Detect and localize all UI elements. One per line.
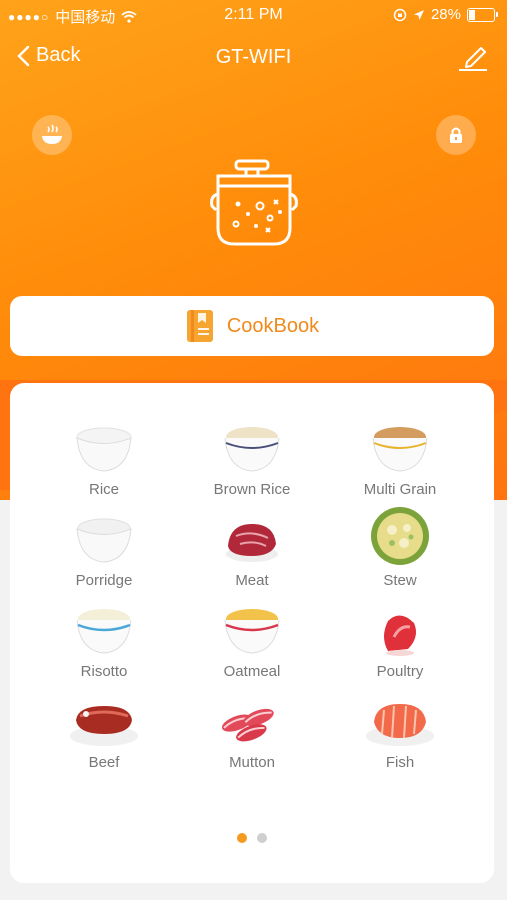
cooking-mode-button[interactable] [32,115,72,155]
menu-item-meat[interactable]: Meat [178,510,326,591]
beef-steak-icon [70,706,138,746]
fish-fillet-icon [366,704,434,746]
lock-button[interactable] [436,115,476,155]
status-bar: ●●●●○ 中国移动 2:11 PM 28% [0,0,507,30]
menu-item-label: Oatmeal [223,663,281,680]
page-indicator[interactable] [10,833,494,843]
menu-item-label: Mutton [229,754,275,771]
menu-item-fish[interactable]: Fish [326,692,474,773]
menu-item-beef[interactable]: Beef [30,692,178,773]
menu-item-label: Fish [385,754,415,771]
page-dot-active[interactable] [237,833,247,843]
cookbook-icon [186,310,213,342]
menu-item-label: Brown Rice [213,481,291,498]
cookbook-label: CookBook [226,314,320,337]
menu-item-porridge[interactable]: Porridge [30,510,178,591]
risotto-bowl-icon [76,609,132,654]
menu-item-poultry[interactable]: Poultry [326,601,474,682]
stew-bowl-icon [371,507,429,565]
rice-bowl-icon [76,427,132,472]
rice-cooker-icon [210,159,298,246]
porridge-bowl-icon [76,518,132,563]
lock-icon [450,127,462,143]
menu-item-rice[interactable]: Rice [30,419,178,500]
battery-icon [467,7,498,22]
location-icon [413,9,424,20]
menu-item-mutton[interactable]: Mutton [178,692,326,773]
menu-item-stew[interactable]: Stew [326,507,474,591]
menu-item-label: Porridge [75,572,133,589]
menu-item-label: Beef [88,754,120,771]
rotation-lock-icon [393,8,407,21]
menu-item-label: Rice [88,481,119,498]
page-dot[interactable] [257,833,267,843]
navigation-bar: Back GT-WIFI [0,42,507,78]
menu-item-label: Multi Grain [363,481,437,498]
menu-item-label: Stew [383,572,417,589]
menu-item-brown-rice[interactable]: Brown Rice [178,419,326,500]
menu-grid: Rice Brown Rice Multi Grain Porridge Mea… [30,419,474,773]
menu-item-multi-grain[interactable]: Multi Grain [326,419,474,500]
brown-rice-bowl-icon [224,427,280,472]
oatmeal-bowl-icon [224,609,280,654]
edit-icon[interactable] [457,42,489,72]
poultry-icon [384,615,416,656]
menu-item-label: Meat [235,572,269,589]
meat-icon [226,524,278,562]
menu-item-label: Poultry [376,663,424,680]
battery-percent: 28% [430,6,461,23]
menu-item-risotto[interactable]: Risotto [30,601,178,682]
multi-grain-bowl-icon [372,427,428,472]
cookbook-button[interactable]: CookBook [10,296,494,356]
menu-panel: Rice Brown Rice Multi Grain Porridge Mea… [10,383,494,883]
mutton-rolls-icon [221,708,274,742]
bowl-steam-icon [42,124,62,144]
menu-item-oatmeal[interactable]: Oatmeal [178,601,326,682]
menu-item-label: Risotto [80,663,128,680]
page-title: GT-WIFI [215,46,292,68]
